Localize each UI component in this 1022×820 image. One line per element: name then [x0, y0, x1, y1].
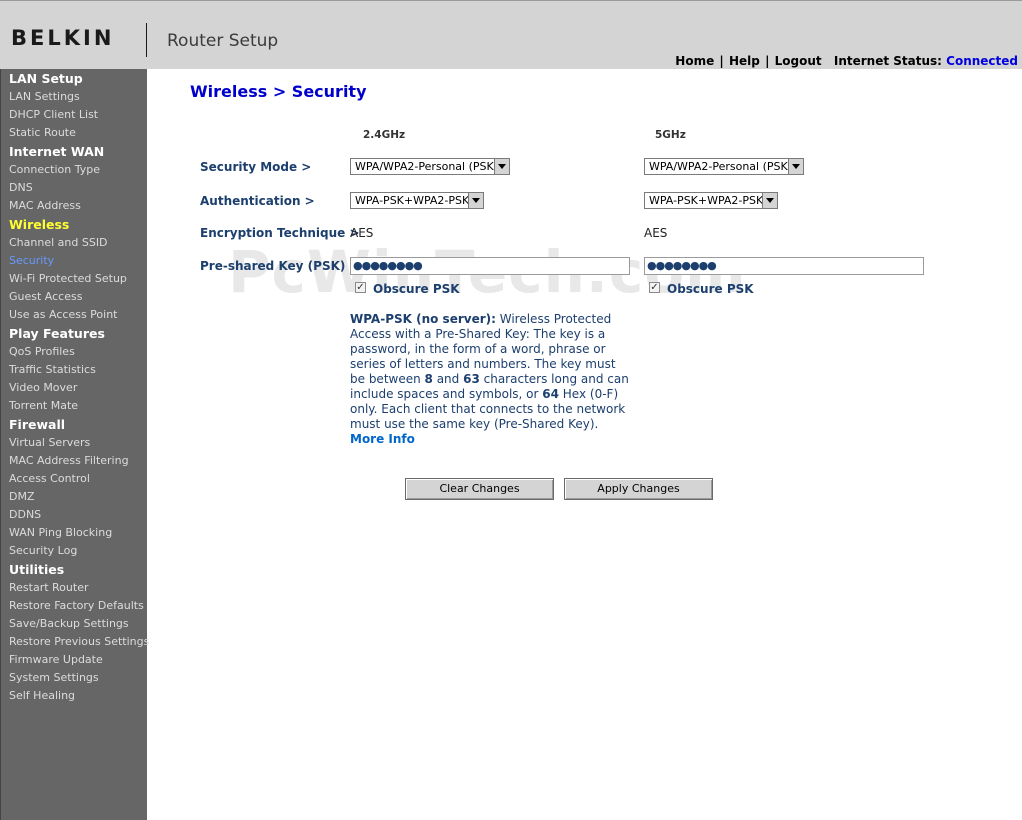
sidebar-section-play-features[interactable]: Play Features [9, 326, 105, 341]
more-info-link[interactable]: More Info [350, 432, 415, 446]
chevron-down-icon [788, 159, 803, 174]
sidebar-item-torrent-mate[interactable]: Torrent Mate [9, 399, 78, 412]
security-mode-label: Security Mode > [200, 160, 312, 174]
help-max-length: 63 [463, 372, 480, 386]
product-title: Router Setup [167, 31, 279, 51]
sidebar-section-utilities[interactable]: Utilities [9, 562, 64, 577]
logo-divider [146, 23, 147, 57]
authentication-select-5ghz[interactable]: WPA-PSK+WPA2-PSK [644, 192, 778, 209]
sidebar-item-lan-settings[interactable]: LAN Settings [9, 90, 80, 103]
help-text-part: and [432, 372, 464, 386]
sidebar-item-dhcp-client-list[interactable]: DHCP Client List [9, 108, 98, 121]
sidebar-section-lan-setup[interactable]: LAN Setup [9, 71, 83, 86]
obscure-psk-label-24ghz: Obscure PSK [373, 282, 460, 296]
sidebar-item-traffic-statistics[interactable]: Traffic Statistics [9, 363, 96, 376]
logout-link[interactable]: Logout [775, 54, 822, 68]
sidebar-item-save-backup-settings[interactable]: Save/Backup Settings [9, 617, 129, 630]
help-title: WPA-PSK (no server): [350, 312, 496, 326]
selected-value: WPA-PSK+WPA2-PSK [355, 194, 470, 207]
selected-value: WPA/WPA2-Personal (PSK) [649, 160, 793, 173]
sidebar-item-connection-type[interactable]: Connection Type [9, 163, 100, 176]
sidebar-section-firewall[interactable]: Firewall [9, 417, 65, 432]
encryption-value-24ghz: AES [350, 226, 374, 240]
selected-value: WPA-PSK+WPA2-PSK [649, 194, 764, 207]
sidebar-item-static-route[interactable]: Static Route [9, 126, 76, 139]
selected-value: WPA/WPA2-Personal (PSK) [355, 160, 499, 173]
sidebar-item-security[interactable]: Security [9, 254, 54, 267]
sidebar-item-dmz[interactable]: DMZ [9, 490, 35, 503]
psk-label: Pre-shared Key (PSK) > [200, 259, 360, 273]
band-24ghz-header: 2.4GHz [363, 129, 406, 141]
nav-separator: | [765, 54, 770, 68]
sidebar-item-system-settings[interactable]: System Settings [9, 671, 99, 684]
sidebar-item-restore-previous-settings[interactable]: Restore Previous Settings [9, 635, 149, 648]
obscure-psk-checkbox-5ghz[interactable]: ✓ [649, 282, 660, 293]
apply-changes-button[interactable]: Apply Changes [564, 478, 713, 500]
psk-input-24ghz[interactable]: ●●●●●●●● [350, 257, 630, 275]
clear-changes-button[interactable]: Clear Changes [405, 478, 554, 500]
sidebar-section-internet-wan[interactable]: Internet WAN [9, 144, 104, 159]
sidebar-item-wan-ping-blocking[interactable]: WAN Ping Blocking [9, 526, 112, 539]
chevron-down-icon [494, 159, 509, 174]
sidebar-item-self-healing[interactable]: Self Healing [9, 689, 75, 702]
sidebar-item-access-control[interactable]: Access Control [9, 472, 90, 485]
security-mode-select-24ghz[interactable]: WPA/WPA2-Personal (PSK) [350, 158, 510, 175]
psk-help-text: WPA-PSK (no server): Wireless Protected … [350, 312, 630, 447]
authentication-select-24ghz[interactable]: WPA-PSK+WPA2-PSK [350, 192, 484, 209]
sidebar-item-guest-access[interactable]: Guest Access [9, 290, 82, 303]
header-bar: BELKIN Router Setup Home | Help | Logout… [0, 0, 1022, 69]
sidebar-section-wireless[interactable]: Wireless [9, 217, 69, 232]
sidebar-item-security-log[interactable]: Security Log [9, 544, 77, 557]
page-title: Wireless > Security [190, 82, 367, 101]
help-min-length: 8 [424, 372, 433, 386]
psk-input-5ghz[interactable]: ●●●●●●●● [644, 257, 924, 275]
sidebar-item-dns[interactable]: DNS [9, 181, 33, 194]
security-mode-select-5ghz[interactable]: WPA/WPA2-Personal (PSK) [644, 158, 804, 175]
sidebar-item-virtual-servers[interactable]: Virtual Servers [9, 436, 90, 449]
sidebar-item-qos-profiles[interactable]: QoS Profiles [9, 345, 75, 358]
obscure-psk-label-5ghz: Obscure PSK [667, 282, 754, 296]
internet-status-value: Connected [946, 54, 1018, 68]
sidebar-item-ddns[interactable]: DDNS [9, 508, 41, 521]
nav-separator: | [719, 54, 724, 68]
belkin-logo: BELKIN [11, 26, 115, 50]
sidebar-item-mac-address[interactable]: MAC Address [9, 199, 81, 212]
sidebar-item-restart-router[interactable]: Restart Router [9, 581, 89, 594]
band-5ghz-header: 5GHz [655, 129, 686, 141]
top-nav: Home | Help | Logout Internet Status: Co… [675, 54, 1018, 68]
help-link[interactable]: Help [729, 54, 760, 68]
encryption-value-5ghz: AES [644, 226, 668, 240]
authentication-label: Authentication > [200, 194, 315, 208]
chevron-down-icon [762, 193, 777, 208]
obscure-psk-checkbox-24ghz[interactable]: ✓ [355, 282, 366, 293]
sidebar-item-wi-fi-protected-setup[interactable]: Wi-Fi Protected Setup [9, 272, 127, 285]
internet-status-label: Internet Status: [833, 54, 942, 68]
sidebar-item-channel-and-ssid[interactable]: Channel and SSID [9, 236, 108, 249]
help-hex-length: 64 [542, 387, 559, 401]
sidebar-item-use-as-access-point[interactable]: Use as Access Point [9, 308, 117, 321]
chevron-down-icon [468, 193, 483, 208]
sidebar-item-video-mover[interactable]: Video Mover [9, 381, 77, 394]
home-link[interactable]: Home [675, 54, 714, 68]
encryption-label: Encryption Technique > [200, 226, 360, 240]
sidebar-nav: LAN Setup LAN Settings DHCP Client List Sta… [0, 69, 149, 820]
sidebar-item-restore-factory-defaults[interactable]: Restore Factory Defaults [9, 599, 144, 612]
sidebar-item-firmware-update[interactable]: Firmware Update [9, 653, 103, 666]
sidebar-item-mac-address-filtering[interactable]: MAC Address Filtering [9, 454, 129, 467]
